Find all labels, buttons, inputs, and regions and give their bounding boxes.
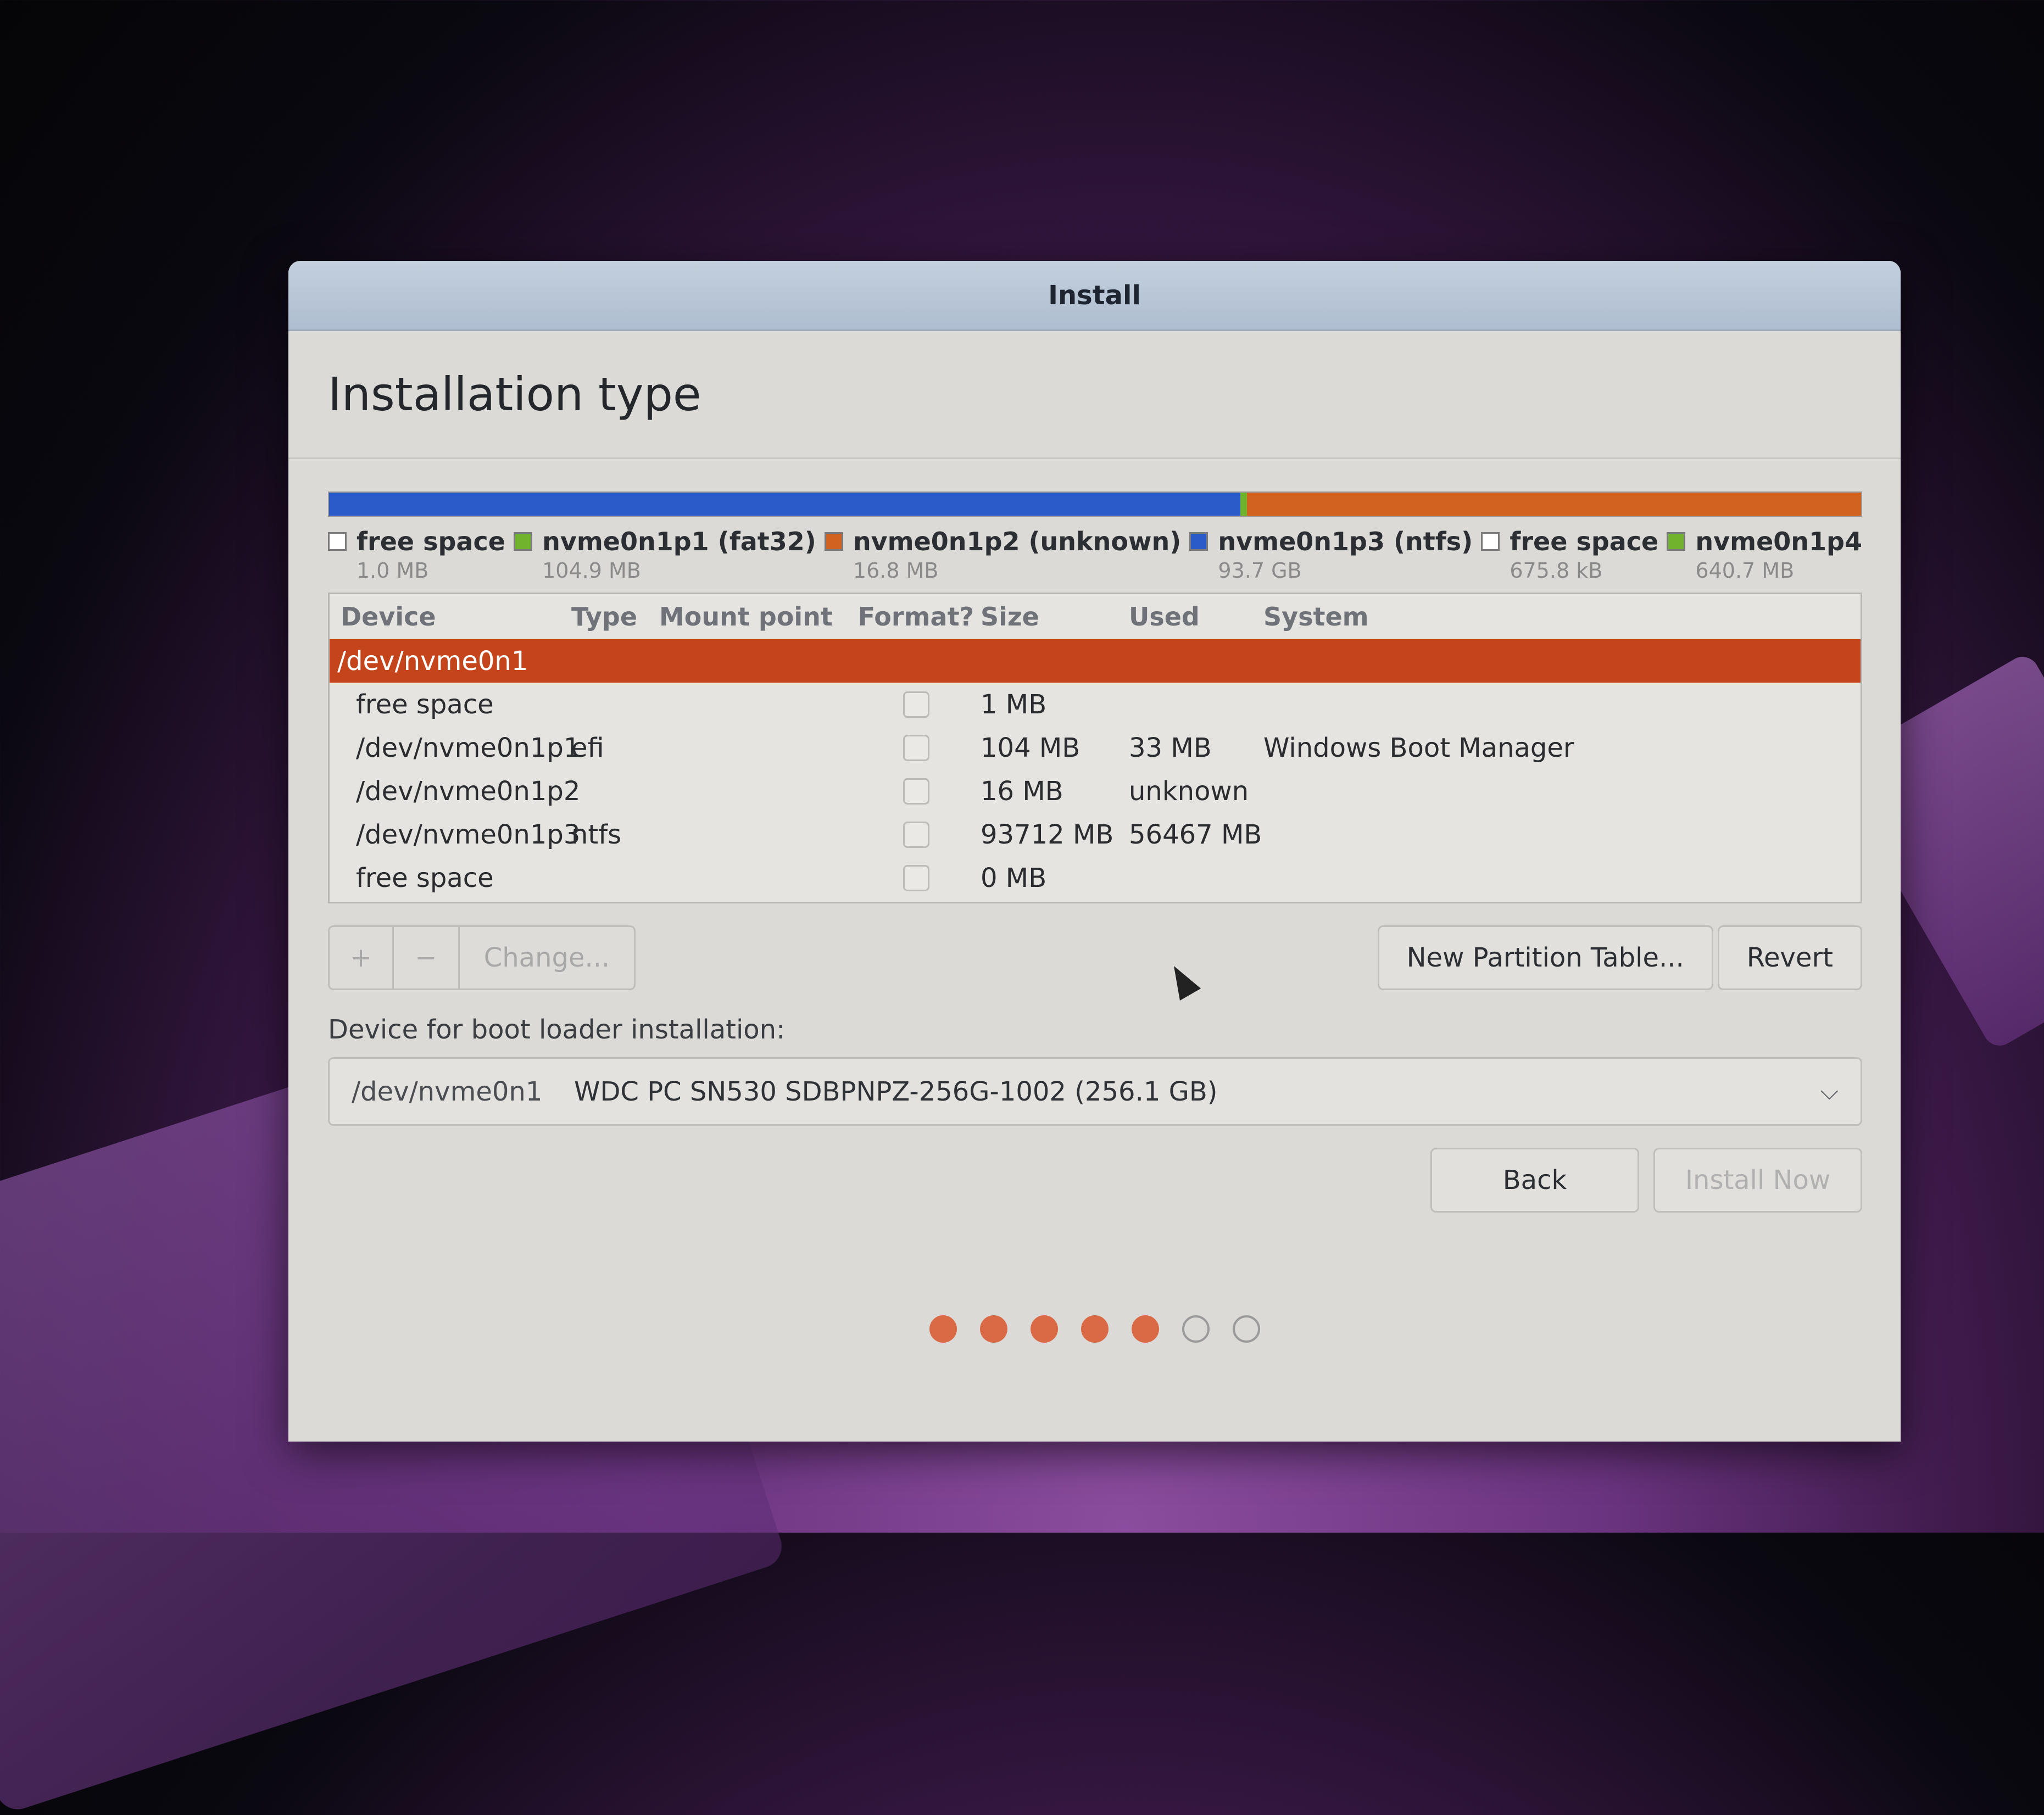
progress-dot <box>1182 1315 1210 1343</box>
system-cell: Windows Boot Manager <box>1263 732 1574 763</box>
table-header: Device Type Mount point Format? Size Use… <box>330 594 1861 639</box>
device-cell: /dev/nvme0n1p3 <box>356 819 581 850</box>
col-system[interactable]: System <box>1263 602 1861 632</box>
install-window: Install Installation type free space 1.0 … <box>288 261 1901 1442</box>
table-row[interactable]: /dev/nvme0n1p1 efi 104 MB 33 MB Windows Boot… <box>330 726 1861 769</box>
legend-swatch <box>824 532 843 551</box>
col-format[interactable]: Format? <box>851 602 981 632</box>
device-cell: /dev/nvme0n1p2 <box>356 775 581 807</box>
partition-editor: free space 1.0 MB nvme0n1p1 (fat32) 104.9 M… <box>328 492 1862 1213</box>
chevron-down-icon: ⌵ <box>1820 1077 1839 1105</box>
legend-name: nvme0n1p2 (unknown) <box>853 527 1182 556</box>
new-partition-table-button[interactable]: New Partition Table... <box>1377 925 1713 990</box>
used-cell: 56467 MB <box>1129 819 1262 850</box>
legend-item: nvme0n1p1 (fat32) 104.9 MB <box>514 527 816 583</box>
col-size[interactable]: Size <box>981 602 1129 632</box>
legend-item: nvme0n1p3 (ntfs) 93.7 GB <box>1189 527 1473 583</box>
legend-name: free space <box>1510 527 1659 556</box>
change-partition-button[interactable]: Change... <box>460 925 636 990</box>
legend-name: nvme0n1p3 (ntfs) <box>1218 527 1473 556</box>
legend-swatch <box>1481 532 1500 551</box>
disk-usage-bar <box>328 492 1862 517</box>
type-cell: ntfs <box>571 819 622 850</box>
partition-toolbar: + − Change... New Partition Table... Rev… <box>328 925 1862 990</box>
legend-name: nvme0n1p4 <box>1695 527 1862 556</box>
legend-name: free space <box>357 527 505 556</box>
disk-bar-segment <box>1246 493 1861 516</box>
col-mount-point[interactable]: Mount point <box>659 602 851 632</box>
progress-dot <box>1030 1315 1058 1343</box>
col-device[interactable]: Device <box>330 602 571 632</box>
title-bar: Install <box>288 261 1901 331</box>
legend-item: free space 675.8 kB <box>1481 527 1658 583</box>
size-cell: 93712 MB <box>981 819 1114 850</box>
table-row[interactable]: free space 1 MB <box>330 683 1861 726</box>
size-cell: 104 MB <box>981 732 1081 763</box>
used-cell: unknown <box>1129 775 1249 807</box>
disk-bar-segment <box>329 493 1241 516</box>
format-checkbox[interactable] <box>903 691 929 718</box>
legend-size: 93.7 GB <box>1218 559 1302 583</box>
size-cell: 1 MB <box>981 689 1047 720</box>
step-progress-dots <box>288 1315 1901 1343</box>
format-checkbox[interactable] <box>903 821 929 848</box>
legend-swatch <box>514 532 533 551</box>
disk-bar-segment <box>1240 493 1247 516</box>
format-checkbox[interactable] <box>903 864 929 891</box>
progress-dot <box>929 1315 957 1343</box>
legend-swatch <box>1667 532 1686 551</box>
legend-size: 640.7 MB <box>1695 559 1795 583</box>
legend-name: nvme0n1p1 (fat32) <box>542 527 816 556</box>
boot-loader-label: Device for boot loader installation: <box>328 1014 786 1045</box>
progress-dot <box>979 1315 1007 1343</box>
boot-loader-device: /dev/nvme0n1 <box>352 1076 543 1107</box>
table-row-disk[interactable]: /dev/nvme0n1 <box>330 639 1861 683</box>
col-used[interactable]: Used <box>1129 602 1263 632</box>
disk-legend: free space 1.0 MB nvme0n1p1 (fat32) 104.9 M… <box>328 527 1862 583</box>
table-row[interactable]: /dev/nvme0n1p3 ntfs 93712 MB 56467 MB <box>330 813 1861 856</box>
table-row[interactable]: /dev/nvme0n1p2 16 MB unknown <box>330 769 1861 813</box>
used-cell: 33 MB <box>1129 732 1212 763</box>
legend-size: 675.8 kB <box>1510 559 1603 583</box>
page-title: Installation type <box>328 367 701 421</box>
device-cell: free space <box>356 862 494 893</box>
legend-item: nvme0n1p2 (unknown) 16.8 MB <box>824 527 1182 583</box>
legend-swatch <box>328 532 347 551</box>
format-checkbox[interactable] <box>903 734 929 761</box>
size-cell: 16 MB <box>981 775 1063 807</box>
legend-item: free space 1.0 MB <box>328 527 505 583</box>
back-button[interactable]: Back <box>1430 1148 1639 1213</box>
window-title: Install <box>1048 280 1141 311</box>
boot-loader-select[interactable]: /dev/nvme0n1 WDC PC SN530 SDBPNPZ-256G-1… <box>328 1057 1862 1126</box>
legend-size: 104.9 MB <box>542 559 641 583</box>
add-partition-button[interactable]: + <box>328 925 394 990</box>
legend-size: 16.8 MB <box>853 559 939 583</box>
legend-item: nvme0n1p4 640.7 MB <box>1667 527 1862 583</box>
progress-dot <box>1131 1315 1159 1343</box>
partition-table[interactable]: Device Type Mount point Format? Size Use… <box>328 593 1862 903</box>
navigation-buttons: Back Install Now <box>328 1148 1862 1213</box>
device-cell: /dev/nvme0n1p1 <box>356 732 581 763</box>
format-checkbox[interactable] <box>903 778 929 805</box>
page-header: Installation type <box>288 331 1901 459</box>
device-cell: free space <box>356 689 494 720</box>
install-now-button[interactable]: Install Now <box>1653 1148 1862 1213</box>
boot-loader-description: WDC PC SN530 SDBPNPZ-256G-1002 (256.1 GB… <box>574 1076 1218 1107</box>
table-row[interactable]: free space 0 MB <box>330 856 1861 900</box>
legend-swatch <box>1189 532 1208 551</box>
size-cell: 0 MB <box>981 862 1047 893</box>
col-type[interactable]: Type <box>571 602 659 632</box>
progress-dot <box>1232 1315 1260 1343</box>
legend-size: 1.0 MB <box>357 559 429 583</box>
progress-dot <box>1081 1315 1109 1343</box>
type-cell: efi <box>571 732 604 763</box>
remove-partition-button[interactable]: − <box>394 925 460 990</box>
disk-device-cell: /dev/nvme0n1 <box>337 645 528 677</box>
revert-button[interactable]: Revert <box>1717 925 1862 990</box>
